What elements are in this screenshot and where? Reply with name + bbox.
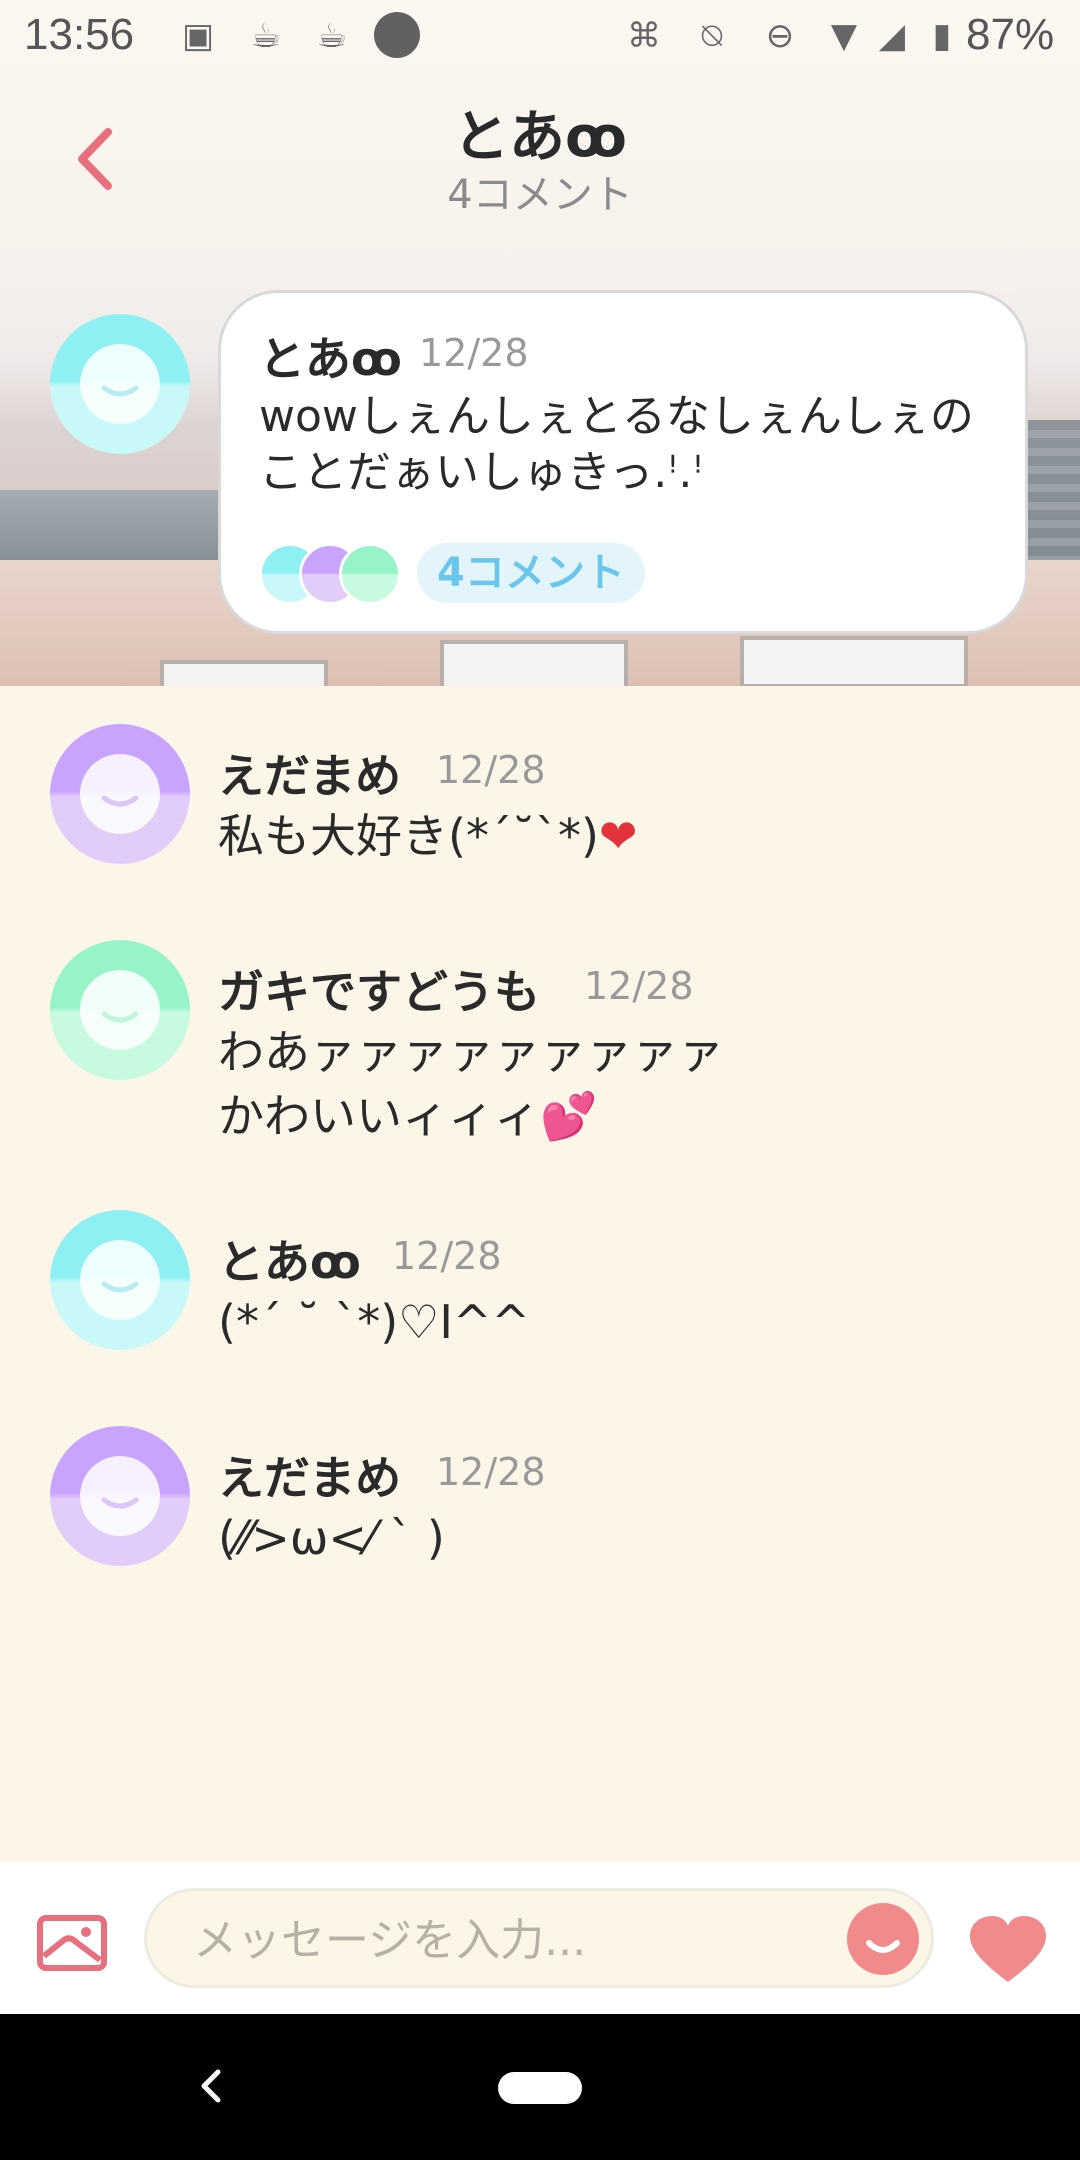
hearts-emoji: 💕 bbox=[540, 1089, 598, 1143]
message-input-wrapper bbox=[144, 1888, 934, 1988]
status-time: 13:56 bbox=[24, 10, 135, 59]
emoji-button[interactable] bbox=[847, 1903, 919, 1975]
home-pill-icon[interactable] bbox=[498, 2072, 582, 2104]
comment-text: わあァァァァァァァァァ かわいいィィィ💕 bbox=[218, 1025, 724, 1143]
avatar[interactable] bbox=[50, 314, 190, 454]
image-icon: ▣ bbox=[181, 16, 215, 56]
comment-author[interactable]: ガキですどうも bbox=[218, 956, 540, 1022]
page-subtitle: 4コメント bbox=[447, 172, 633, 218]
comment-text: 私も大好き(*´˘`*)❤ bbox=[218, 809, 638, 863]
commenter-avatars bbox=[259, 543, 401, 605]
message-input[interactable] bbox=[191, 1911, 755, 1969]
header: とあꝏ 4コメント bbox=[0, 80, 1080, 230]
heart-icon bbox=[970, 1916, 1046, 1982]
battery-icon: ▮ bbox=[932, 16, 952, 56]
post-text: wowしぇんしぇとるなしぇんしぇのことだぁいしゅきっ.ꜝ.ꜝ bbox=[259, 391, 974, 498]
smile-icon bbox=[80, 344, 160, 424]
avatar[interactable] bbox=[50, 1426, 190, 1566]
dnd-icon: ⊖ bbox=[765, 16, 795, 56]
battery-percent: 87% bbox=[966, 10, 1055, 59]
comment-date: 12/28 bbox=[584, 964, 694, 1008]
like-button[interactable] bbox=[966, 1914, 1050, 1986]
smile-icon bbox=[80, 754, 160, 834]
system-nav-bar bbox=[0, 2014, 1080, 2160]
back-icon bbox=[201, 2069, 221, 2103]
avatar[interactable] bbox=[50, 940, 190, 1080]
post-bubble[interactable]: とあꝏ 12/28 wowしぇんしぇとるなしぇんしぇのことだぁいしゅきっ.ꜝ.ꜝ… bbox=[218, 290, 1028, 634]
dot-icon bbox=[374, 12, 420, 58]
post-date: 12/28 bbox=[419, 331, 529, 375]
comment-date: 12/28 bbox=[436, 1450, 546, 1494]
comment-date: 12/28 bbox=[392, 1234, 502, 1278]
nfc-icon: ⌘ bbox=[627, 16, 661, 56]
comment-author[interactable]: えだまめ bbox=[218, 1442, 401, 1508]
smile-icon bbox=[866, 1940, 900, 1953]
avatar bbox=[339, 543, 401, 605]
cup-icon: ☕ bbox=[316, 16, 348, 56]
system-back-button[interactable] bbox=[196, 2066, 226, 2106]
comment-date: 12/28 bbox=[436, 748, 546, 792]
comment-text: (⁄⁄>ω<⁄ ` ) bbox=[218, 1511, 445, 1565]
status-bar: 13:56 ▣ ☕ ☕ ⌘ ⍉ ⊖ ▼ ◢ ▮ 87% bbox=[0, 0, 1080, 72]
bell-off-icon: ⍉ bbox=[701, 16, 723, 56]
comment-author[interactable]: えだまめ bbox=[218, 740, 401, 806]
comment-text: (*´ ˘ `*)♡I^^ bbox=[218, 1295, 531, 1349]
avatar[interactable] bbox=[50, 1210, 190, 1350]
avatar[interactable] bbox=[50, 724, 190, 864]
comment-count-chip[interactable]: 4コメント bbox=[417, 543, 645, 603]
wifi-icon: ▼ bbox=[830, 16, 858, 56]
image-icon bbox=[37, 1915, 107, 1971]
smile-icon bbox=[80, 1240, 160, 1320]
smile-icon bbox=[80, 1456, 160, 1536]
page-title: とあꝏ bbox=[453, 105, 627, 170]
signal-icon: ◢ bbox=[878, 16, 906, 56]
smile-icon bbox=[80, 970, 160, 1050]
comment-author[interactable]: とあꝏ bbox=[218, 1226, 361, 1292]
heart-emoji: ❤ bbox=[598, 809, 638, 863]
message-composer bbox=[0, 1862, 1080, 2014]
cup-icon: ☕ bbox=[250, 16, 282, 56]
image-button[interactable] bbox=[36, 1914, 108, 1972]
post-author[interactable]: とあꝏ bbox=[259, 323, 402, 389]
